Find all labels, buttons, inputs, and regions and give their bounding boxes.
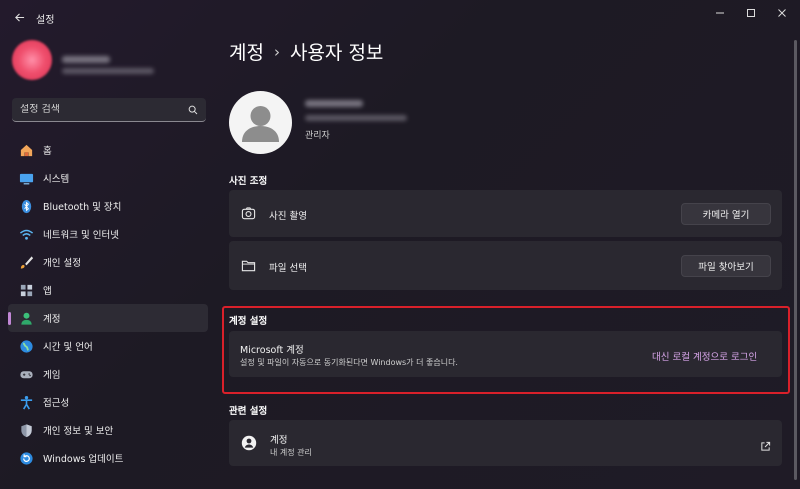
gamepad-icon	[18, 366, 34, 382]
bluetooth-icon	[18, 198, 34, 214]
close-button[interactable]	[762, 0, 800, 26]
camera-icon	[241, 206, 256, 225]
open-external-icon	[760, 437, 771, 456]
related-settings-heading: 관련 설정	[229, 406, 268, 417]
open-camera-button[interactable]: 카메라 열기	[681, 203, 771, 225]
breadcrumb: 계정 › 사용자 정보	[229, 38, 383, 65]
system-icon	[18, 170, 34, 186]
maximize-icon	[747, 9, 755, 17]
take-photo-label: 사진 촬영	[269, 211, 307, 222]
profile-avatar	[229, 91, 292, 154]
update-icon	[18, 450, 34, 466]
sidebar-item-home[interactable]: 홈	[8, 136, 208, 164]
choose-file-label: 파일 선택	[269, 263, 307, 274]
sidebar-item-accounts[interactable]: 계정	[8, 304, 208, 332]
home-icon	[18, 142, 34, 158]
accessibility-icon	[18, 394, 34, 410]
wifi-icon	[18, 226, 34, 242]
sidebar-item-time-language[interactable]: 시간 및 언어	[8, 332, 208, 360]
highlight-box	[222, 306, 790, 394]
accounts-link-title: 계정	[270, 435, 288, 446]
sidebar-item-network[interactable]: 네트워크 및 인터넷	[8, 220, 208, 248]
choose-file-card: 파일 선택 파일 찾아보기	[229, 241, 782, 290]
shield-icon	[18, 422, 34, 438]
search-input[interactable]	[20, 104, 188, 115]
sidebar-item-privacy[interactable]: 개인 정보 및 보안	[8, 416, 208, 444]
breadcrumb-separator: ›	[273, 42, 280, 61]
page-title: 사용자 정보	[289, 42, 384, 64]
accounts-link-description: 내 계정 관리	[270, 448, 312, 457]
person-placeholder-icon	[242, 106, 279, 142]
app-title: 설정	[36, 15, 55, 26]
photo-section-heading: 사진 조정	[229, 176, 268, 187]
sidebar-item-gaming[interactable]: 게임	[8, 360, 208, 388]
settings-search-box[interactable]	[12, 98, 206, 122]
globe-icon	[18, 338, 34, 354]
back-button[interactable]	[8, 6, 30, 28]
account-icon	[241, 435, 257, 455]
sidebar: 홈 시스템 Bluetooth 및 장치 네트워크 및 인터넷 개인 설정	[0, 34, 214, 489]
breadcrumb-parent[interactable]: 계정	[229, 38, 264, 65]
sidebar-item-accessibility[interactable]: 접근성	[8, 388, 208, 416]
profile-name-redacted	[305, 100, 363, 107]
apps-icon	[18, 282, 34, 298]
take-photo-card: 사진 촬영 카메라 열기	[229, 190, 782, 237]
user-email-redacted	[62, 68, 154, 74]
title-bar: 설정	[0, 0, 800, 34]
browse-files-button[interactable]: 파일 찾아보기	[681, 255, 771, 277]
back-arrow-icon	[14, 12, 24, 22]
search-icon[interactable]	[188, 105, 198, 115]
sidebar-item-windows-update[interactable]: Windows 업데이트	[8, 444, 208, 472]
user-avatar[interactable]	[12, 40, 52, 80]
profile-email-redacted	[305, 115, 407, 121]
sidebar-item-apps[interactable]: 앱	[8, 276, 208, 304]
brush-icon	[18, 254, 34, 270]
folder-icon	[241, 258, 256, 277]
minimize-icon	[716, 12, 724, 14]
sidebar-item-system[interactable]: 시스템	[8, 164, 208, 192]
close-icon	[778, 9, 786, 17]
scrollbar[interactable]	[794, 40, 797, 480]
user-name-redacted	[62, 56, 110, 63]
accounts-link-card[interactable]: 계정 내 계정 관리	[229, 420, 782, 466]
sidebar-item-personalization[interactable]: 개인 설정	[8, 248, 208, 276]
sidebar-item-bluetooth[interactable]: Bluetooth 및 장치	[8, 192, 208, 220]
profile-role: 관리자	[305, 131, 330, 141]
nav-list: 홈 시스템 Bluetooth 및 장치 네트워크 및 인터넷 개인 설정 앱 …	[8, 136, 208, 472]
account-icon	[18, 310, 34, 326]
